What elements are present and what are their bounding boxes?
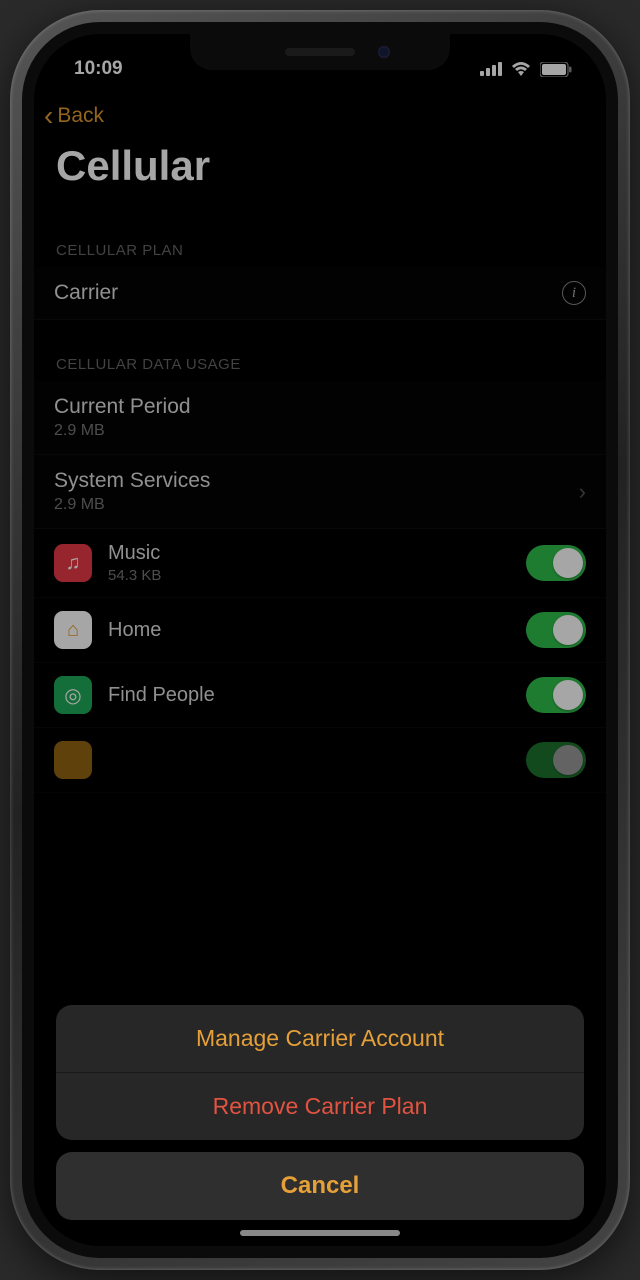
app-title: Home xyxy=(108,619,510,642)
action-sheet: Manage Carrier Account Remove Carrier Pl… xyxy=(56,1005,584,1220)
app-title: Music xyxy=(108,542,510,565)
notch xyxy=(190,34,450,70)
cellular-signal-icon xyxy=(480,62,502,76)
back-label: Back xyxy=(57,104,104,128)
carrier-row[interactable]: Carrier i xyxy=(34,267,606,320)
home-icon: ⌂ xyxy=(54,611,92,649)
page-title: Cellular xyxy=(34,138,606,220)
app-row-home: ⌂ Home xyxy=(34,598,606,663)
system-services-row[interactable]: System Services 2.9 MB › xyxy=(34,455,606,529)
battery-icon xyxy=(540,62,572,77)
system-services-title: System Services xyxy=(54,469,579,493)
section-header-usage: CELLULAR DATA USAGE xyxy=(34,320,606,381)
toggle-partial[interactable] xyxy=(526,742,586,778)
app-usage: 54.3 KB xyxy=(108,567,510,584)
status-time: 10:09 xyxy=(74,58,123,80)
remove-carrier-plan-button[interactable]: Remove Carrier Plan xyxy=(56,1073,584,1140)
toggle-home[interactable] xyxy=(526,612,586,648)
system-services-value: 2.9 MB xyxy=(54,496,579,514)
current-period-value: 2.9 MB xyxy=(54,422,586,440)
chevron-left-icon: ‹ xyxy=(44,102,53,130)
current-period-title: Current Period xyxy=(54,395,586,419)
manage-carrier-account-button[interactable]: Manage Carrier Account xyxy=(56,1005,584,1073)
app-icon-partial xyxy=(54,741,92,779)
find-people-icon: ◎ xyxy=(54,676,92,714)
wifi-icon xyxy=(510,61,532,77)
toggle-find-people[interactable] xyxy=(526,677,586,713)
home-indicator[interactable] xyxy=(240,1230,400,1236)
toggle-music[interactable] xyxy=(526,545,586,581)
info-icon[interactable]: i xyxy=(562,281,586,305)
app-row-find-people: ◎ Find People xyxy=(34,663,606,728)
current-period-row: Current Period 2.9 MB xyxy=(34,381,606,455)
app-row-partial xyxy=(34,728,606,793)
cancel-button[interactable]: Cancel xyxy=(56,1152,584,1220)
music-icon: ♫ xyxy=(54,544,92,582)
back-button[interactable]: ‹ Back xyxy=(34,84,606,138)
section-header-plan: CELLULAR PLAN xyxy=(34,220,606,267)
chevron-right-icon: › xyxy=(579,479,586,505)
carrier-label: Carrier xyxy=(54,281,562,305)
app-title: Find People xyxy=(108,684,510,707)
app-row-music: ♫ Music 54.3 KB xyxy=(34,529,606,598)
